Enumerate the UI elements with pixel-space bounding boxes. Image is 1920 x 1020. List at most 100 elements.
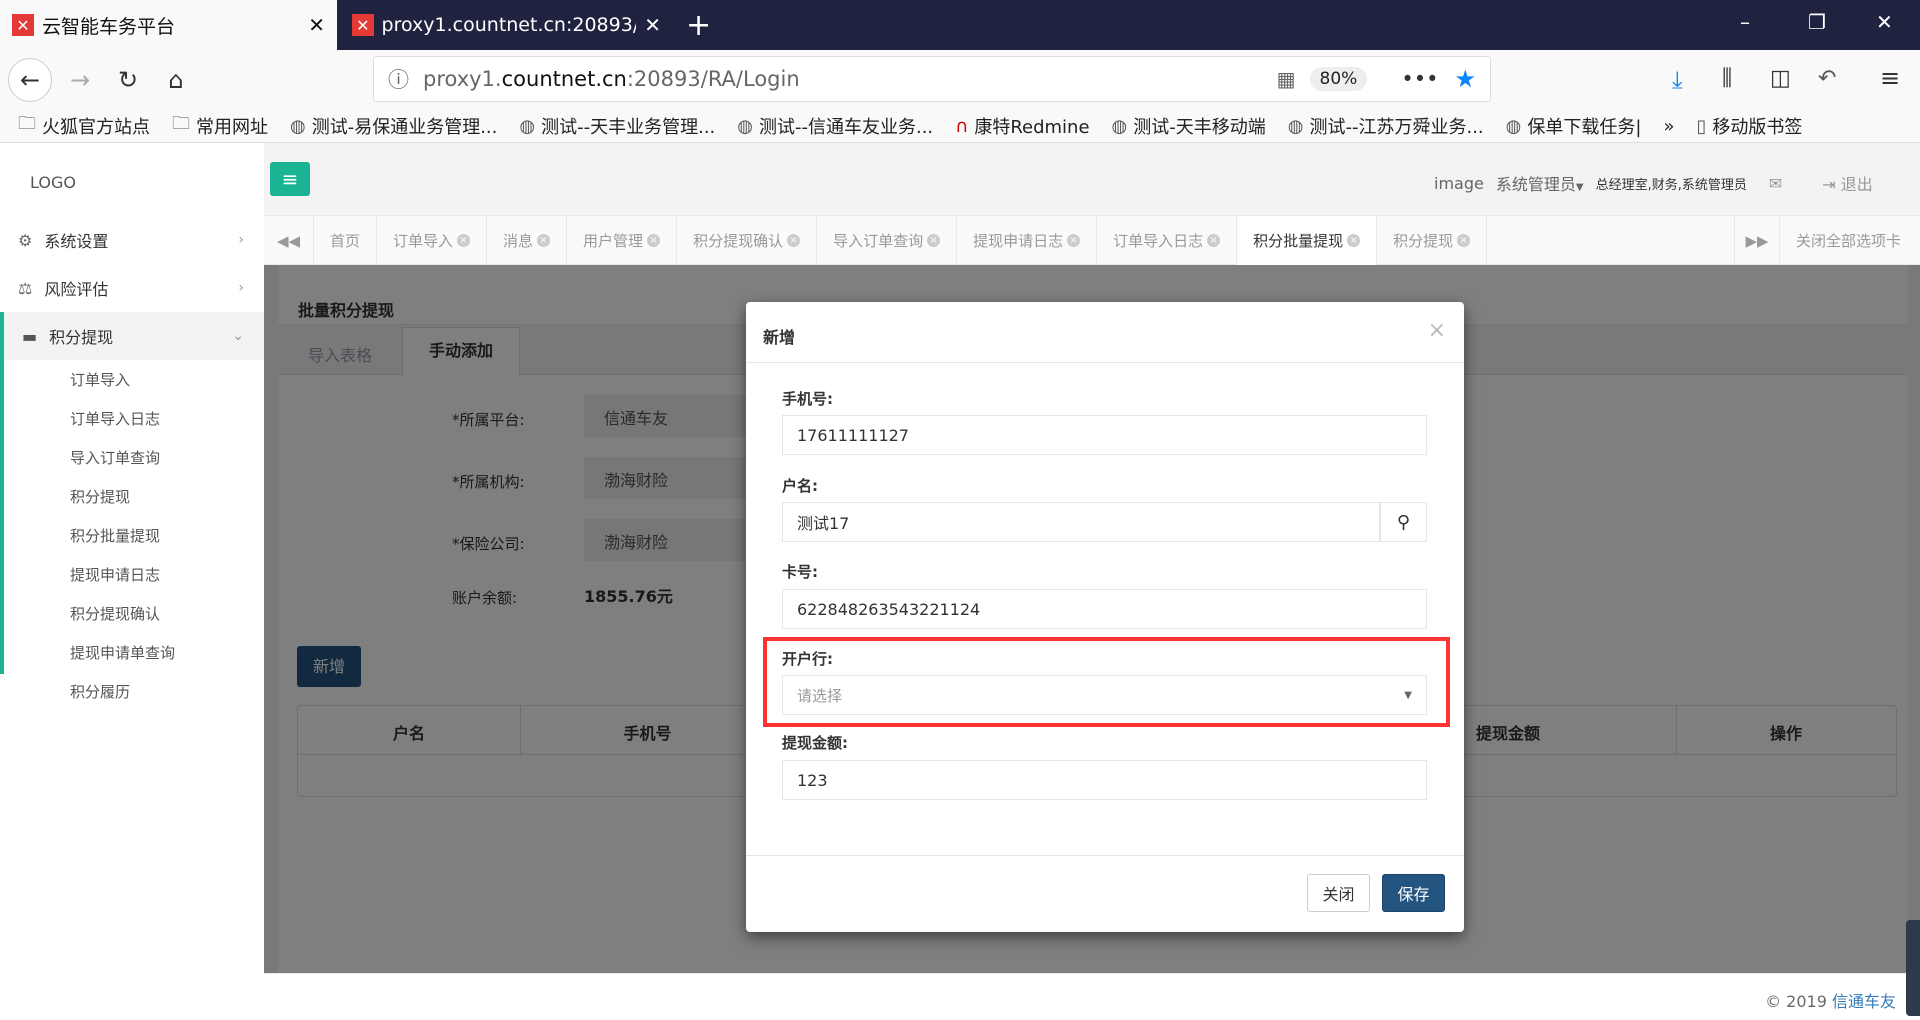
more-actions-icon[interactable]: ••• (1401, 67, 1438, 91)
phone-input[interactable]: 17611111127 (782, 415, 1427, 455)
library-icon[interactable]: ⫼ (1722, 66, 1732, 91)
redmine-icon: ∩ (955, 115, 969, 137)
bookmark-item[interactable]: ◍ 测试--信通车友业务... (737, 113, 933, 139)
tab-label: 订单导入 (393, 232, 454, 250)
close-tab-icon[interactable]: ✕ (308, 13, 325, 37)
globe-icon: ◍ (1287, 115, 1304, 137)
download-icon[interactable]: ⤓ (1672, 66, 1683, 94)
sidebar-item-label: 系统设置 (44, 232, 109, 251)
sidebar-expanded-group: ▬ 积分提现 ⌄ 订单导入 订单导入日志 导入订单查询 积分提现 积分批量提现 提现… (0, 312, 264, 701)
tabs-scroll-right-icon[interactable]: ▶▶ (1734, 216, 1780, 265)
tab-close-icon[interactable]: × (1067, 234, 1081, 247)
caret-down-icon: ▼ (1404, 689, 1412, 701)
tab-import-order-query[interactable]: 导入订单查询 × (817, 216, 958, 265)
tab-close-icon[interactable]: × (1457, 234, 1471, 247)
home-icon[interactable]: ⌂ (156, 60, 196, 100)
zoom-level[interactable]: 80% (1309, 67, 1368, 91)
bookmark-item[interactable]: ◍ 测试-天丰移动端 (1112, 113, 1266, 139)
name-label: 户名: (782, 477, 818, 495)
menu-icon[interactable]: ≡ (1880, 64, 1900, 92)
sidebar-subitem[interactable]: 积分批量提现 (4, 516, 264, 555)
tabs-scroll-left-icon[interactable]: ◀◀ (264, 216, 314, 265)
tab-user-management[interactable]: 用户管理 × (567, 216, 678, 265)
forward-icon[interactable]: → (60, 60, 100, 100)
card-input[interactable]: 622848263543221124 (782, 589, 1427, 629)
bookmark-item[interactable]: ◍ 测试-易保通业务管理... (290, 113, 497, 139)
browser-tab[interactable]: ✕ proxy1.countnet.cn:20893/Ta ✕ (340, 0, 673, 50)
sidebar: LOGO ⚙ 系统设置 › ⚖ 风险评估 › ▬ 积分提现 ⌄ 订单导入 订单导入日志 导入… (0, 143, 264, 1020)
tab-messages[interactable]: 消息 × (487, 216, 568, 265)
hamburger-menu-button[interactable]: ≡ (270, 162, 310, 196)
sidebar-item-points-withdrawal[interactable]: ▬ 积分提现 ⌄ (4, 312, 264, 360)
sidebar-subitem[interactable]: 积分履历 (4, 672, 264, 711)
tab-withdrawal-log[interactable]: 提现申请日志 × (957, 216, 1098, 265)
sidebar-item-label: 风险评估 (44, 280, 109, 299)
sidebar-subitem[interactable]: 订单导入日志 (4, 399, 264, 438)
tab-close-icon[interactable]: × (457, 234, 471, 247)
close-window-icon[interactable]: ✕ (1876, 10, 1893, 34)
tab-close-icon[interactable]: × (787, 234, 801, 247)
browser-tab-active[interactable]: ✕ 云智能车务平台 ✕ (0, 0, 337, 50)
new-tab-icon[interactable]: + (686, 8, 711, 43)
sidebar-subitem[interactable]: 积分提现 (4, 477, 264, 516)
sidebar-subitem[interactable]: 积分提现确认 (4, 594, 264, 633)
tab-label: 用户管理 (583, 232, 644, 250)
close-all-tabs-button[interactable]: 关闭全部选项卡 (1780, 216, 1920, 265)
sidebar-icon[interactable]: ◫ (1770, 66, 1791, 91)
footer: © 2019 信通车友 (264, 973, 1920, 1020)
sidebar-subitem[interactable]: 提现申请日志 (4, 555, 264, 594)
sidebar-subitem[interactable]: 导入订单查询 (4, 438, 264, 477)
bookmark-item[interactable]: ◍ 测试--江苏万舜业务... (1288, 113, 1484, 139)
close-icon[interactable]: × (1428, 318, 1446, 343)
tab-home[interactable]: 首页 (314, 216, 378, 265)
user-roles: 总经理室,财务,系统管理员 (1595, 177, 1747, 193)
amount-input[interactable]: 123 (782, 760, 1427, 800)
tab-close-icon[interactable]: × (647, 234, 661, 247)
globe-icon: ◍ (1111, 115, 1128, 137)
tab-points-withdrawal[interactable]: 积分提现 × (1377, 216, 1488, 265)
name-input[interactable]: 测试17 (782, 502, 1380, 542)
search-button[interactable]: ⚲ (1380, 502, 1427, 542)
company-link[interactable]: 信通车友 (1832, 992, 1896, 1011)
restore-icon[interactable]: ❐ (1808, 10, 1826, 34)
back-icon[interactable]: ← (8, 58, 52, 102)
close-button[interactable]: 关闭 (1307, 874, 1370, 912)
reload-icon[interactable]: ↻ (108, 60, 148, 100)
sidebar-item-label: 积分提现 (49, 328, 114, 347)
bookmark-item[interactable]: 🗀 火狐官方站点 (18, 111, 150, 141)
user-dropdown[interactable]: 系统管理员▼ (1496, 171, 1584, 195)
bookmark-label: 保单下载任务| (1527, 117, 1642, 138)
bookmark-item[interactable]: ◍ 测试--天丰业务管理... (519, 113, 715, 139)
tab-close-icon[interactable]: × (1347, 234, 1361, 247)
sidebar-item-system-settings[interactable]: ⚙ 系统设置 › (0, 216, 264, 264)
save-button[interactable]: 保存 (1382, 874, 1445, 912)
bookmark-item[interactable]: 🗀 常用网址 (172, 111, 268, 141)
envelope-icon[interactable]: ✉ (1769, 174, 1782, 193)
tab-close-icon[interactable]: × (537, 234, 551, 247)
bank-select[interactable]: 请选择 ▼ (782, 675, 1427, 715)
sidebar-subitem[interactable]: 订单导入 (4, 360, 264, 399)
sidebar-subitem[interactable]: 提现申请单查询 (4, 633, 264, 672)
tab-order-import-log[interactable]: 订单导入日志 × (1097, 216, 1238, 265)
url-bar[interactable]: ⓘ proxy1. countnet.cn:20893/RA/Login ▦ 80… (373, 56, 1491, 102)
mobile-bookmarks[interactable]: ▯ 移动版书签 (1696, 113, 1802, 139)
bookmark-item[interactable]: ◍ 保单下载任务| (1506, 113, 1642, 139)
sidebar-item-risk-assessment[interactable]: ⚖ 风险评估 › (0, 264, 264, 312)
tab-close-icon[interactable]: × (927, 234, 941, 247)
tab-withdrawal-confirm[interactable]: 积分提现确认 × (677, 216, 818, 265)
bookmarks-overflow-icon[interactable]: » (1663, 116, 1674, 137)
tab-batch-withdrawal[interactable]: 积分批量提现 × (1237, 216, 1378, 265)
undo-icon[interactable]: ↶ (1818, 66, 1836, 91)
tab-close-icon[interactable]: × (1207, 234, 1221, 247)
qr-icon[interactable]: ▦ (1277, 67, 1296, 91)
tab-order-import[interactable]: 订单导入 × (377, 216, 488, 265)
minimize-icon[interactable]: – (1740, 10, 1750, 34)
info-icon[interactable]: ⓘ (388, 64, 409, 94)
bookmark-item[interactable]: ∩ 康特Redmine (955, 113, 1089, 139)
tab-label: 导入订单查询 (833, 232, 924, 250)
logout-link[interactable]: ⇥ 退出 (1822, 171, 1873, 195)
bookmark-star-icon[interactable]: ★ (1454, 65, 1476, 93)
header-image-link[interactable]: image (1434, 174, 1484, 193)
close-tab-icon[interactable]: ✕ (644, 13, 661, 37)
bookmark-label: 测试--天丰业务管理... (541, 117, 716, 138)
